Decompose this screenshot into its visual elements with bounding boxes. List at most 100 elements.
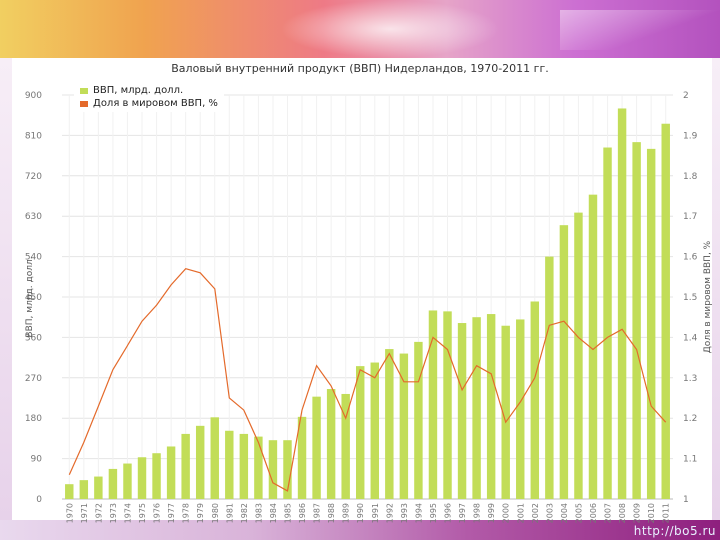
bar-gdp-1991[interactable] (370, 362, 379, 499)
y2-tick-label: 1.2 (683, 414, 697, 424)
bar-gdp-2001[interactable] (516, 319, 525, 499)
x-tick-label: 1998 (473, 503, 482, 523)
bar-gdp-1990[interactable] (356, 366, 365, 499)
bar-gdp-1974[interactable] (123, 463, 132, 499)
bar-gdp-1975[interactable] (137, 457, 147, 499)
x-tick-label: 2006 (589, 503, 598, 523)
x-tick-label: 1983 (254, 503, 263, 523)
y-tick-label: 720 (25, 172, 42, 182)
x-tick-label: 1997 (458, 503, 467, 523)
x-tick-label: 1994 (414, 503, 423, 523)
bar-gdp-2011[interactable] (661, 123, 670, 500)
bar-gdp-1999[interactable] (486, 314, 496, 499)
chart-title: Валовый внутренний продукт (ВВП) Нидерла… (171, 62, 548, 75)
x-tick-label: 1999 (487, 503, 496, 523)
bar-gdp-1978[interactable] (181, 433, 190, 499)
y2-tick-label: 2 (683, 91, 689, 101)
bar-gdp-1984[interactable] (268, 440, 278, 499)
x-tick-label: 2001 (516, 503, 525, 523)
x-tick-label: 1987 (313, 503, 322, 523)
right-axis-ticks: 1 1.1 1.2 1.3 1.4 1.5 1.6 1.7 1.8 1.9 2 (683, 91, 698, 505)
bar-gdp-1982[interactable] (239, 433, 249, 499)
bar-gdp-1980[interactable] (210, 417, 219, 499)
bar-gdp-1983[interactable] (254, 436, 263, 499)
x-tick-label: 1976 (153, 503, 162, 523)
bar-gdp-1981[interactable] (225, 430, 234, 499)
bar-gdp-1996[interactable] (443, 311, 452, 499)
bar-gdp-2002[interactable] (530, 301, 540, 499)
x-axis-ticks: 1970 1971 1972 1973 1974 1975 1976 1977 1978 1979… (65, 503, 670, 523)
y2-tick-label: 1.9 (683, 131, 698, 141)
x-tick-label: 2005 (574, 503, 583, 523)
bar-gdp-1988[interactable] (326, 389, 336, 499)
x-tick-label: 1973 (109, 503, 118, 523)
x-tick-label: 1984 (269, 503, 278, 523)
legend-label-gdp: ВВП, млрд. долл. (93, 85, 184, 96)
bar-gdp-2005[interactable] (574, 212, 583, 499)
x-tick-label: 1989 (342, 503, 351, 523)
bar-gdp-1976[interactable] (152, 453, 161, 499)
legend-swatch-gdp (80, 87, 88, 94)
y2-tick-label: 1.3 (683, 374, 697, 384)
x-tick-label: 1982 (240, 503, 249, 523)
y-axis-label: ВВП, млрд. долл. (25, 256, 35, 337)
x-tick-label: 1974 (124, 503, 133, 523)
bar-gdp-2003[interactable] (545, 256, 554, 499)
x-tick-label: 1986 (298, 503, 307, 523)
bar-gdp-1998[interactable] (472, 317, 481, 499)
x-tick-label: 1975 (138, 503, 147, 523)
bar-gdp-1979[interactable] (195, 425, 205, 499)
bar-gdp-1977[interactable] (166, 446, 176, 499)
y-tick-label: 270 (25, 374, 42, 384)
y-tick-label: 810 (25, 131, 42, 141)
x-tick-label: 1985 (284, 503, 293, 523)
y2-tick-label: 1.5 (683, 293, 697, 303)
x-tick-label: 2010 (647, 503, 656, 523)
bar-gdp-1970[interactable] (65, 484, 74, 499)
x-tick-label: 2004 (560, 503, 569, 523)
x-tick-label: 1978 (182, 503, 191, 523)
y-tick-label: 180 (25, 414, 42, 424)
bar-gdp-1987[interactable] (312, 396, 321, 499)
y-tick-label: 90 (31, 455, 43, 465)
y2-axis-label: Доля в мировом ВВП, % (703, 240, 713, 353)
bar-gdp-1972[interactable] (94, 476, 103, 499)
bar-gdp-2009[interactable] (632, 142, 641, 499)
legend-label-share: Доля в мировом ВВП, % (93, 98, 218, 109)
x-tick-label: 1995 (429, 503, 438, 523)
x-tick-label: 1971 (80, 503, 89, 523)
x-tick-label: 2011 (662, 503, 671, 523)
gdp-chart: 090180270360450540630720810900 11.11.21.… (25, 62, 713, 523)
bar-gdp-1997[interactable] (457, 323, 467, 499)
bar-gdp-2008[interactable] (617, 108, 627, 499)
legend-swatch-share (80, 100, 88, 107)
bar-gdp-2010[interactable] (646, 148, 656, 499)
y2-tick-label: 1.6 (683, 253, 698, 263)
legend-item-gdp[interactable]: ВВП, млрд. долл. (80, 84, 218, 97)
bar-gdp-1994[interactable] (414, 341, 423, 499)
y-tick-label: 900 (25, 91, 42, 101)
bar-gdp-2007[interactable] (603, 147, 612, 499)
bar-gdp-1992[interactable] (385, 349, 394, 499)
y-tick-label: 0 (36, 495, 42, 505)
bar-gdp-1971[interactable] (79, 480, 89, 499)
x-tick-label: 2003 (545, 503, 554, 523)
x-tick-label: 2008 (618, 503, 627, 523)
x-tick-label: 1981 (225, 503, 234, 523)
x-tick-label: 1988 (327, 503, 336, 523)
x-tick-label: 1990 (356, 503, 365, 523)
x-tick-label: 1991 (371, 503, 380, 523)
x-tick-label: 1972 (94, 503, 103, 523)
bar-gdp-1973[interactable] (108, 468, 118, 499)
bar-gdp-2004[interactable] (559, 225, 569, 499)
x-tick-label: 1992 (385, 503, 394, 523)
x-tick-label: 2007 (604, 503, 613, 523)
y2-tick-label: 1.4 (683, 333, 698, 343)
y-tick-label: 630 (25, 212, 42, 222)
x-tick-label: 1996 (444, 503, 453, 523)
legend-item-share[interactable]: Доля в мировом ВВП, % (80, 97, 218, 110)
y2-tick-label: 1.8 (683, 172, 698, 182)
x-tick-label: 1980 (211, 503, 220, 523)
legend: ВВП, млрд. долл. Доля в мировом ВВП, % (74, 83, 224, 112)
x-tick-label: 1970 (65, 503, 74, 523)
